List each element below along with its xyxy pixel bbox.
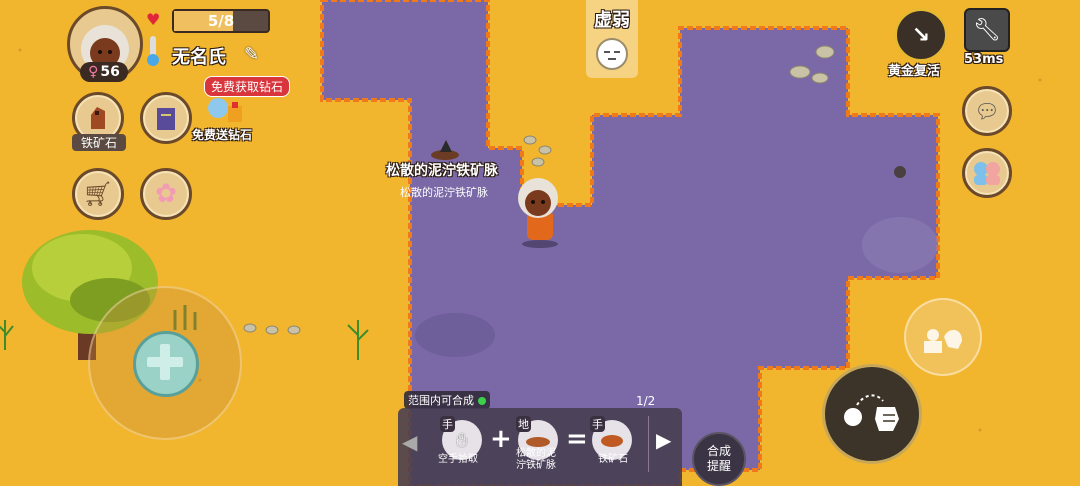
people-icon (974, 162, 1000, 185)
chat-bubble-icon: 💬︎ (974, 99, 1000, 123)
ground-tag: 地 (516, 416, 531, 432)
female-icon: ♀ (88, 64, 99, 80)
craft-page-indicator: 1/2 (636, 394, 656, 408)
give-item-icon (924, 329, 962, 353)
craft-slot-result-label: 铁矿石 (598, 454, 628, 465)
age-badge: ♀ 56 (80, 62, 128, 82)
craft-slot-ground-label: 松散的泥 泞铁矿脉 (516, 448, 556, 472)
pickup-action-button[interactable] (822, 364, 922, 464)
chat-button[interactable]: 💬︎ (962, 86, 1012, 136)
craft-range-text: 范围内可合成 (408, 394, 474, 407)
age-value: 56 (100, 64, 120, 80)
virtual-joystick[interactable] (88, 286, 242, 440)
hand-tag: 手 (440, 416, 455, 432)
green-dot-icon (477, 397, 486, 405)
player-name: 无名氏 (172, 47, 226, 68)
ground-label-line1: 松散的泥 (516, 448, 556, 459)
shop-cart-button[interactable]: 🛒︎ (72, 168, 124, 220)
craft-reminder-button[interactable]: 合成 提醒 (692, 432, 746, 486)
plus-sign: + (490, 424, 512, 454)
blossom-button[interactable]: ✿ (140, 168, 192, 220)
grab-hand-icon (844, 394, 899, 431)
craft-range-label: 范围内可合成 (404, 391, 490, 409)
prev-recipe-arrow[interactable]: ◀ (402, 430, 417, 454)
ping-display: 53ms (964, 52, 1004, 67)
heart-icon: ♥ (146, 10, 161, 29)
free-diamond-label[interactable]: 免费送钻石 (192, 126, 252, 143)
health-text: 5/8 (207, 12, 235, 30)
wrench-icon: 🔧︎ (973, 17, 1001, 43)
ground-label-line2: 泞铁矿脉 (516, 460, 556, 471)
ore-vein-icon (526, 437, 550, 447)
settings-wrench-button[interactable]: 🔧︎ (964, 8, 1010, 52)
diamond-mascot-icon[interactable] (204, 96, 248, 126)
free-diamond-badge[interactable]: 免费获取钻石 (204, 76, 291, 97)
next-recipe-arrow[interactable]: ▶ (656, 428, 671, 452)
interact-secondary-button[interactable] (904, 298, 982, 376)
remind-line2: 提醒 (706, 459, 731, 473)
result-hand-tag: 手 (590, 416, 605, 432)
gold-revive-label: 黄金复活 (888, 64, 941, 79)
arrow-icon: ↘ (911, 22, 931, 48)
flower-icon: ✿ (155, 179, 177, 209)
ore-vein-name: 松散的泥泞铁矿脉 (386, 163, 498, 179)
cart-icon: 🛒︎ (82, 180, 114, 208)
social-button[interactable] (962, 148, 1012, 198)
health-bar: 5/8 (172, 9, 270, 33)
ore-vein-sublabel: 松散的泥泞铁矿脉 (400, 186, 488, 199)
joystick-knob[interactable] (133, 331, 199, 397)
thermometer-icon (147, 36, 159, 66)
gold-revive-button[interactable]: ↘ (894, 8, 948, 62)
book-icon (157, 108, 175, 130)
crafting-bar: ◀ 手 ✋︎ 空手拾取 + 地 松散的泥 泞铁矿脉 = 手 铁矿石 ▶ (398, 408, 682, 486)
divider (648, 416, 649, 472)
status-weak-label: 虚弱 (594, 10, 630, 31)
equals-sign: = (566, 424, 588, 454)
horse-icon (91, 107, 105, 129)
hand-icon: ✋︎ (456, 428, 468, 452)
iron-ore-icon (601, 435, 623, 447)
status-weak-panel: 虚弱 (586, 0, 638, 78)
remind-line1: 合成 (706, 444, 731, 458)
sleepy-face-icon (596, 38, 628, 70)
edit-name-icon[interactable]: ✎ (244, 44, 259, 65)
iron-ore-shortcut-label: 铁矿石 (72, 134, 126, 151)
book-button[interactable] (140, 92, 192, 144)
craft-slot-hand-label: 空手拾取 (438, 454, 478, 465)
